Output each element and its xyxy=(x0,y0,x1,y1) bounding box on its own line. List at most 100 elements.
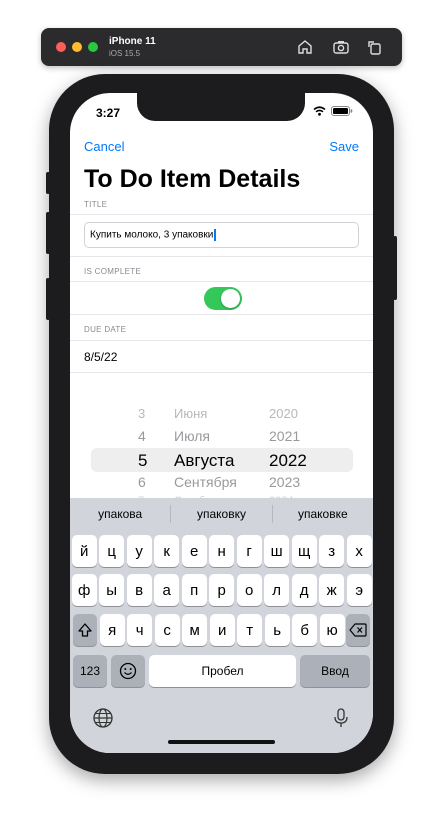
key-ю[interactable]: ю xyxy=(319,614,345,646)
date-picker-month[interactable]: Июля xyxy=(174,428,210,444)
emoji-icon xyxy=(119,662,137,680)
save-button[interactable]: Save xyxy=(329,139,359,154)
key-м[interactable]: м xyxy=(182,614,208,646)
key-з[interactable]: з xyxy=(319,535,345,567)
camera-icon[interactable] xyxy=(332,38,350,56)
key-э[interactable]: э xyxy=(346,574,372,606)
complete-section-header: IS COMPLETE xyxy=(84,267,142,276)
cancel-button[interactable]: Cancel xyxy=(84,139,124,154)
title-input[interactable]: Купить молоко, 3 упаковки xyxy=(84,222,359,248)
divider xyxy=(70,314,373,315)
date-picker-month[interactable]: Сентября xyxy=(174,474,237,490)
key-й[interactable]: й xyxy=(71,535,97,567)
space-key[interactable]: Пробел xyxy=(149,655,296,687)
key-е[interactable]: е xyxy=(181,535,207,567)
text-caret xyxy=(214,229,216,241)
key-щ[interactable]: щ xyxy=(291,535,317,567)
home-indicator xyxy=(168,740,275,744)
emoji-key[interactable] xyxy=(111,655,145,687)
title-input-value: Купить молоко, 3 упаковки xyxy=(90,229,214,241)
key-р[interactable]: р xyxy=(209,574,235,606)
rotate-icon[interactable] xyxy=(366,38,384,56)
keyboard: упакова упаковку упаковке йцукенгшщзх фыв… xyxy=(70,498,373,753)
key-ц[interactable]: ц xyxy=(99,535,125,567)
key-ь[interactable]: ь xyxy=(264,614,290,646)
volume-up-button xyxy=(46,212,50,254)
key-а[interactable]: а xyxy=(154,574,180,606)
suggestion-item[interactable]: упакова xyxy=(70,507,170,521)
key-у[interactable]: у xyxy=(126,535,152,567)
key-г[interactable]: г xyxy=(236,535,262,567)
side-button xyxy=(393,236,397,300)
notch xyxy=(137,93,305,121)
date-picker-day[interactable]: 3 xyxy=(138,406,145,421)
phone-screen: 3:27 Cancel Save To Do Item Details TITL… xyxy=(70,93,373,753)
date-picker-month[interactable]: Августа xyxy=(174,451,234,471)
date-picker-day[interactable]: 2 xyxy=(138,395,144,397)
numbers-key[interactable]: 123 xyxy=(73,655,107,687)
page-title: To Do Item Details xyxy=(84,165,301,193)
divider xyxy=(70,214,373,215)
date-picker-month[interactable]: Июня xyxy=(174,406,207,421)
key-я[interactable]: я xyxy=(99,614,125,646)
key-б[interactable]: б xyxy=(292,614,318,646)
home-icon[interactable] xyxy=(296,38,314,56)
due-date-value[interactable]: 8/5/22 xyxy=(84,350,117,364)
date-picker-day[interactable]: 4 xyxy=(138,428,146,444)
wifi-icon xyxy=(313,106,326,116)
key-ж[interactable]: ж xyxy=(319,574,345,606)
key-л[interactable]: л xyxy=(264,574,290,606)
key-п[interactable]: п xyxy=(181,574,207,606)
volume-down-button xyxy=(46,278,50,320)
date-picker-year[interactable]: 2022 xyxy=(269,451,307,471)
suggestion-item[interactable]: упаковку xyxy=(171,507,271,521)
date-picker-year[interactable]: 2020 xyxy=(269,406,298,421)
key-т[interactable]: т xyxy=(237,614,263,646)
date-picker-year[interactable]: 2019 xyxy=(269,395,293,397)
date-picker-month[interactable]: Мая xyxy=(174,395,195,397)
simulator-toolbar: iPhone 11 iOS 15.5 xyxy=(41,28,402,66)
toggle-knob xyxy=(221,289,240,308)
minimize-window-button[interactable] xyxy=(72,42,82,52)
key-и[interactable]: и xyxy=(209,614,235,646)
suggestion-bar: упакова упаковку упаковке xyxy=(70,498,373,530)
key-н[interactable]: н xyxy=(209,535,235,567)
key-ы[interactable]: ы xyxy=(99,574,125,606)
key-с[interactable]: с xyxy=(154,614,180,646)
zoom-window-button[interactable] xyxy=(88,42,98,52)
key-ч[interactable]: ч xyxy=(127,614,153,646)
key-д[interactable]: д xyxy=(291,574,317,606)
status-icons xyxy=(313,106,353,116)
os-version: iOS 15.5 xyxy=(109,49,141,58)
key-х[interactable]: х xyxy=(346,535,372,567)
key-к[interactable]: к xyxy=(154,535,180,567)
device-name: iPhone 11 xyxy=(109,36,156,47)
suggestion-item[interactable]: упаковке xyxy=(273,507,373,521)
date-picker[interactable]: 234567 МаяИюняИюляАвгустаСентябряОктября… xyxy=(70,395,373,503)
shift-icon xyxy=(78,623,92,637)
divider xyxy=(70,372,373,373)
due-date-section-header: DUE DATE xyxy=(84,325,127,334)
shift-key[interactable] xyxy=(73,614,97,646)
date-picker-day[interactable]: 5 xyxy=(138,451,147,471)
date-picker-year[interactable]: 2023 xyxy=(269,474,300,490)
backspace-key[interactable] xyxy=(346,614,370,646)
divider xyxy=(70,281,373,282)
date-picker-year[interactable]: 2021 xyxy=(269,428,300,444)
is-complete-toggle[interactable] xyxy=(204,287,242,310)
title-section-header: TITLE xyxy=(84,200,108,209)
battery-icon xyxy=(331,106,353,116)
key-в[interactable]: в xyxy=(126,574,152,606)
backspace-icon xyxy=(349,623,367,637)
date-picker-day[interactable]: 6 xyxy=(138,474,146,490)
return-key[interactable]: Ввод xyxy=(300,655,370,687)
status-time: 3:27 xyxy=(96,106,121,120)
microphone-icon[interactable] xyxy=(330,707,352,729)
key-ф[interactable]: ф xyxy=(71,574,97,606)
key-ш[interactable]: ш xyxy=(264,535,290,567)
key-о[interactable]: о xyxy=(236,574,262,606)
divider xyxy=(70,256,373,257)
globe-icon[interactable] xyxy=(92,707,114,729)
close-window-button[interactable] xyxy=(56,42,66,52)
mute-switch xyxy=(46,172,50,194)
